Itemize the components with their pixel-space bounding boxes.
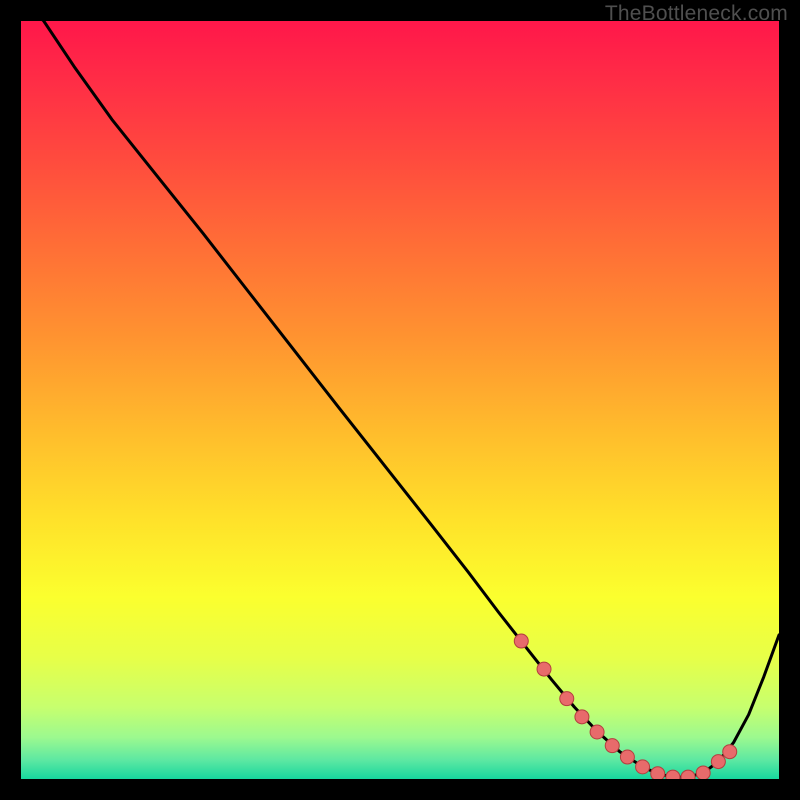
plot-svg — [21, 21, 779, 779]
curve-marker — [514, 634, 528, 648]
curve-marker — [681, 770, 695, 779]
curve-marker — [590, 725, 604, 739]
curve-marker — [723, 745, 737, 759]
curve-marker — [537, 662, 551, 676]
curve-marker — [620, 750, 634, 764]
curve-marker — [651, 767, 665, 779]
curve-marker — [560, 692, 574, 706]
attribution-text: TheBottleneck.com — [605, 2, 788, 26]
curve-marker — [636, 760, 650, 774]
curve-marker — [605, 739, 619, 753]
gradient-background — [21, 21, 779, 779]
plot-area — [21, 21, 779, 779]
curve-marker — [696, 766, 710, 779]
curve-marker — [711, 755, 725, 769]
curve-marker — [575, 710, 589, 724]
curve-marker — [666, 770, 680, 779]
chart-stage: TheBottleneck.com — [0, 0, 800, 800]
